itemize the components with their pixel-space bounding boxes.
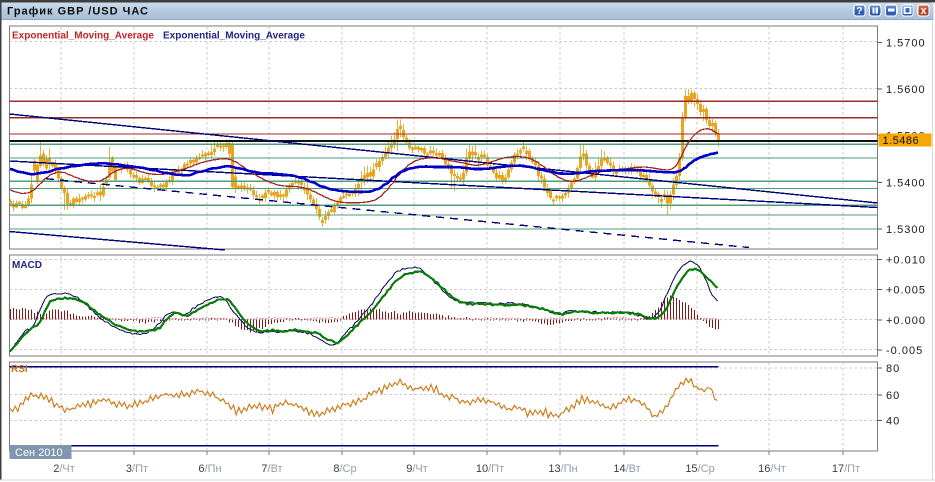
svg-text:1.5400: 1.5400 [886,177,926,189]
svg-text:14/Вт: 14/Вт [613,463,640,475]
svg-text:?: ? [856,6,862,17]
svg-text:1.5300: 1.5300 [886,224,926,236]
svg-text:60: 60 [886,390,900,402]
svg-text:9/Чт: 9/Чт [406,463,428,475]
svg-text:+0.010: +0.010 [886,254,926,266]
svg-text:x: x [920,5,927,17]
svg-text:График GBP /USD ЧАС: График GBP /USD ЧАС [7,6,149,18]
svg-text:Сен 2010: Сен 2010 [15,447,63,459]
svg-text:1.5486: 1.5486 [883,135,920,147]
svg-text:7/Вт: 7/Вт [261,463,282,475]
svg-text:+0.000: +0.000 [886,315,926,327]
svg-text:-0.005: -0.005 [886,345,923,357]
svg-text:80: 80 [886,363,900,375]
svg-text:MACD: MACD [12,260,42,271]
svg-text:3/Пт: 3/Пт [126,463,148,475]
svg-text:40: 40 [886,415,900,427]
svg-text:8/Ср: 8/Ср [333,463,356,475]
svg-text:1.5700: 1.5700 [886,37,926,49]
svg-text:Exponential_Moving_Average: Exponential_Moving_Average [12,31,154,42]
svg-text:6/Пн: 6/Пн [198,463,221,475]
svg-text:1.5600: 1.5600 [886,84,926,96]
svg-text:16/Чт: 16/Чт [758,463,786,475]
svg-text:13/Пн: 13/Пн [548,463,577,475]
svg-text:17/Пт: 17/Пт [832,463,860,475]
svg-text:10/Пт: 10/Пт [476,463,504,475]
svg-text:2/Чт: 2/Чт [53,463,75,475]
svg-text:RSI: RSI [11,364,28,375]
svg-text:15/Ср: 15/Ср [685,463,714,475]
svg-text:+0.005: +0.005 [886,284,926,296]
svg-text:Exponential_Moving_Average: Exponential_Moving_Average [163,31,305,42]
